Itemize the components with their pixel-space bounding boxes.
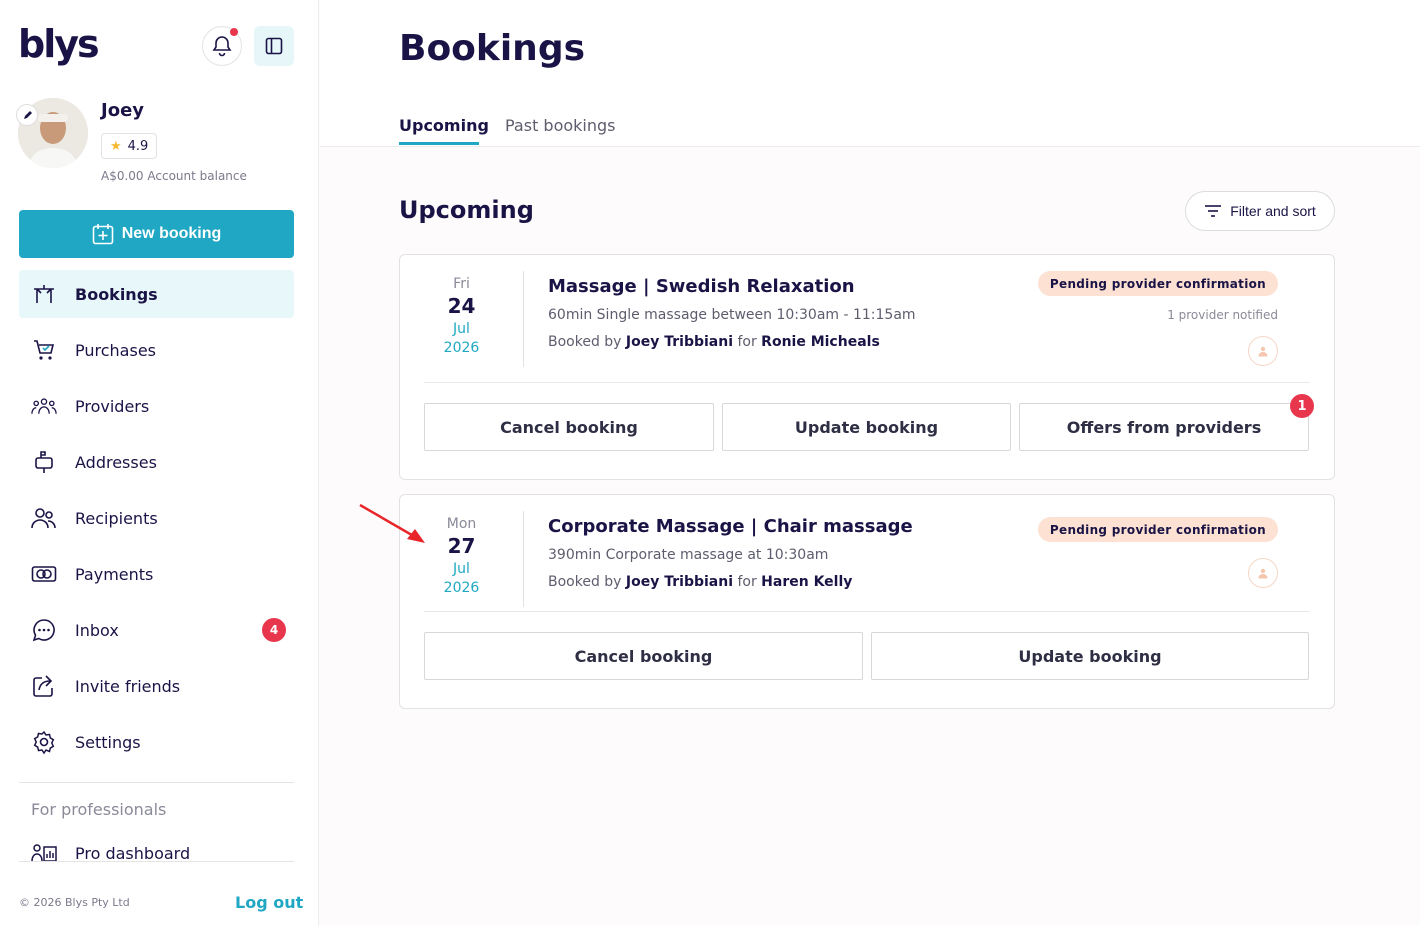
user-rating: ★ 4.9	[101, 133, 158, 159]
scroll-fade-divider	[19, 861, 294, 862]
page-title: Bookings	[399, 28, 586, 69]
star-icon: ★	[110, 138, 122, 154]
gear-icon	[31, 729, 57, 755]
sidebar-item-label: Purchases	[75, 340, 156, 360]
provider-placeholder-avatar	[1248, 336, 1278, 366]
filter-icon	[1205, 205, 1222, 217]
payment-card-icon	[31, 561, 57, 587]
sidebar-item-label: Recipients	[75, 508, 158, 528]
booking-booked-by: Booked by Joey Tribbiani for Haren Kelly	[548, 574, 853, 590]
pro-dashboard-icon	[31, 843, 57, 863]
providers-icon	[31, 393, 57, 419]
offers-from-providers-button[interactable]: Offers from providers	[1019, 403, 1309, 451]
sidebar-nav: Bookings Purchases Providers Addresses R…	[19, 270, 294, 774]
new-booking-label: New booking	[121, 225, 222, 242]
update-booking-button[interactable]: Update booking	[871, 632, 1309, 680]
sidebar-item-providers[interactable]: Providers	[19, 382, 294, 430]
sidebar: blys Joey ★ 4.9 A$0.00 Account balance N…	[0, 0, 319, 926]
sidebar-item-settings[interactable]: Settings	[19, 718, 294, 766]
pencil-icon	[23, 110, 32, 119]
booking-description: 390min Corporate massage at 10:30am	[548, 547, 829, 563]
inbox-unread-badge: 4	[262, 618, 286, 642]
sidebar-toggle-icon	[265, 37, 283, 55]
booking-weekday: Fri	[453, 276, 470, 292]
filter-and-sort-button[interactable]: Filter and sort	[1185, 191, 1335, 231]
pro-section-label: For professionals	[31, 800, 167, 819]
notification-dot	[230, 28, 238, 36]
new-booking-button[interactable]: New booking	[19, 210, 294, 258]
sidebar-item-label: Pro dashboard	[75, 843, 191, 863]
offers-count-badge: 1	[1290, 394, 1314, 418]
sidebar-item-invite-friends[interactable]: Invite friends	[19, 662, 294, 710]
sidebar-item-label: Addresses	[75, 452, 157, 472]
booking-card: Fri 24 Jul 2026 Massage | Swedish Relaxa…	[399, 254, 1335, 480]
booking-year: 2026	[443, 580, 480, 596]
booking-booked-by: Booked by Joey Tribbiani for Ronie Miche…	[548, 334, 880, 350]
collapse-sidebar-button[interactable]	[254, 26, 294, 66]
sidebar-item-label: Providers	[75, 396, 150, 416]
person-icon	[1258, 568, 1268, 579]
bookings-icon	[31, 281, 57, 307]
status-badge: Pending provider confirmation	[1037, 517, 1278, 542]
providers-notified: 1 provider notified	[1167, 308, 1278, 322]
tab-upcoming[interactable]: Upcoming	[399, 116, 489, 135]
booking-description: 60min Single massage between 10:30am - 1…	[548, 307, 916, 323]
account-balance: A$0.00 Account balance	[101, 169, 247, 183]
sidebar-item-label: Bookings	[75, 284, 158, 304]
sidebar-item-inbox[interactable]: Inbox 4	[19, 606, 294, 654]
sidebar-divider	[19, 782, 294, 783]
update-booking-button[interactable]: Update booking	[722, 403, 1011, 451]
annotation-arrow-icon	[359, 503, 425, 543]
recipients-icon	[31, 505, 57, 531]
sidebar-item-payments[interactable]: Payments	[19, 550, 294, 598]
booking-title[interactable]: Corporate Massage | Chair massage	[548, 516, 913, 537]
booking-card: Mon 27 Jul 2026 Corporate Massage | Chai…	[399, 494, 1335, 709]
booking-day: 24	[447, 294, 476, 318]
mailbox-icon	[31, 449, 57, 475]
section-title: Upcoming	[399, 196, 534, 224]
booking-month: Jul	[453, 321, 470, 337]
share-icon	[31, 673, 57, 699]
booker-name: Joey Tribbiani	[625, 574, 734, 590]
filter-label: Filter and sort	[1230, 203, 1316, 219]
sidebar-item-purchases[interactable]: Purchases	[19, 326, 294, 374]
sidebar-item-recipients[interactable]: Recipients	[19, 494, 294, 542]
recipient-name: Ronie Micheals	[761, 334, 880, 350]
recipient-name: Haren Kelly	[761, 574, 853, 590]
calendar-plus-icon	[92, 224, 114, 245]
cart-icon	[31, 337, 57, 363]
sidebar-item-label: Settings	[75, 732, 141, 752]
booking-year: 2026	[443, 340, 480, 356]
blys-logo[interactable]: blys	[18, 22, 100, 66]
sidebar-item-bookings[interactable]: Bookings	[19, 270, 294, 318]
rating-value: 4.9	[127, 138, 149, 154]
card-divider	[424, 611, 1310, 612]
cancel-booking-button[interactable]: Cancel booking	[424, 632, 863, 680]
card-divider	[424, 382, 1310, 383]
booking-title[interactable]: Massage | Swedish Relaxation	[548, 276, 855, 297]
booker-name: Joey Tribbiani	[625, 334, 734, 350]
booking-date: Fri 24 Jul 2026	[400, 275, 523, 357]
booking-month: Jul	[453, 561, 470, 577]
date-divider	[523, 511, 524, 607]
bell-icon	[212, 36, 232, 57]
tab-past-bookings[interactable]: Past bookings	[505, 116, 616, 135]
chat-icon	[31, 617, 57, 643]
sidebar-item-label: Inbox	[75, 620, 119, 640]
provider-placeholder-avatar	[1248, 558, 1278, 588]
status-badge: Pending provider confirmation	[1037, 271, 1278, 296]
logout-link[interactable]: Log out	[235, 893, 303, 912]
active-tab-indicator	[399, 142, 479, 145]
sidebar-item-label: Payments	[75, 564, 154, 584]
sidebar-item-addresses[interactable]: Addresses	[19, 438, 294, 486]
user-name: Joey	[101, 100, 145, 121]
sidebar-item-label: Invite friends	[75, 676, 181, 696]
date-divider	[523, 271, 524, 367]
person-icon	[1258, 346, 1268, 357]
edit-avatar-button[interactable]	[16, 104, 38, 126]
cancel-booking-button[interactable]: Cancel booking	[424, 403, 714, 451]
copyright: © 2026 Blys Pty Ltd	[19, 896, 130, 909]
